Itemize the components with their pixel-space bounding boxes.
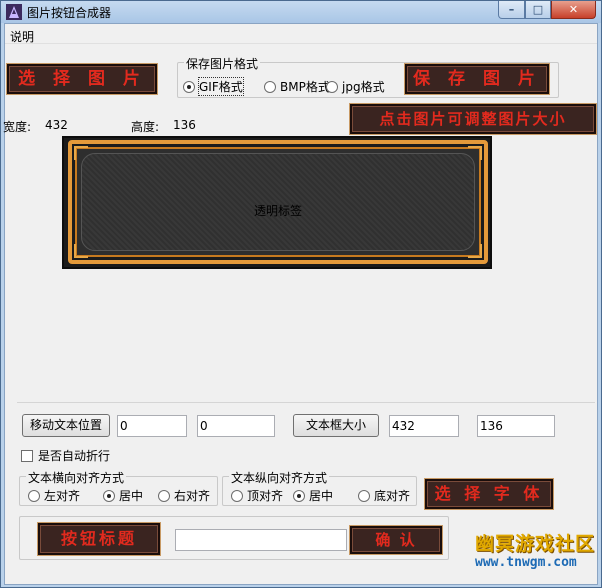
radio-v-center-indicator xyxy=(293,489,305,502)
radio-bmp[interactable]: BMP格式 xyxy=(264,78,330,95)
move-x-input[interactable]: 0 xyxy=(117,415,187,437)
ornament-icon xyxy=(74,146,88,160)
radio-left-align[interactable]: 左对齐 xyxy=(28,487,80,504)
button-title-button[interactable]: 按钮标题 xyxy=(38,523,160,555)
wrap-checkbox[interactable]: 是否自动折行 xyxy=(21,447,110,464)
window-title: 图片按钮合成器 xyxy=(27,6,112,20)
wrap-checkbox-label: 是否自动折行 xyxy=(38,449,111,463)
radio-right-align[interactable]: 右对齐 xyxy=(158,487,210,504)
radio-jpg[interactable]: jpg格式 xyxy=(326,78,385,95)
select-image-button[interactable]: 选 择 图 片 xyxy=(7,64,157,94)
radio-v-center-label: 居中 xyxy=(309,489,334,503)
move-text-button[interactable]: 移动文本位置 xyxy=(22,414,110,437)
ornament-icon xyxy=(468,146,482,160)
divider xyxy=(17,402,595,403)
confirm-button[interactable]: 确 认 xyxy=(350,526,442,554)
radio-bmp-indicator xyxy=(264,80,276,93)
textbox-size-button[interactable]: 文本框大小 xyxy=(293,414,379,437)
ornament-icon xyxy=(468,244,482,258)
maximize-icon: □ xyxy=(532,3,544,16)
preview-frame: 透明标签 xyxy=(68,140,488,264)
app-icon xyxy=(6,4,22,20)
title-input[interactable] xyxy=(175,529,347,551)
radio-v-center[interactable]: 居中 xyxy=(293,487,333,504)
select-font-button[interactable]: 选 择 字 体 xyxy=(425,479,553,509)
ornament-icon xyxy=(74,244,88,258)
radio-gif-label: GIF格式 xyxy=(198,77,244,96)
radio-top-align-indicator xyxy=(231,489,243,502)
height-value: 136 xyxy=(173,118,196,132)
close-button[interactable]: ✕ xyxy=(551,1,596,19)
radio-left-align-label: 左对齐 xyxy=(44,489,81,503)
menu-item-help[interactable]: 说明 xyxy=(10,28,34,45)
radio-bottom-align-indicator xyxy=(358,489,370,502)
radio-gif-indicator xyxy=(183,80,195,93)
menu-bar: 说明 xyxy=(5,24,597,44)
minimize-button[interactable]: – xyxy=(498,1,525,19)
radio-h-center-indicator xyxy=(103,489,115,502)
radio-bottom-align[interactable]: 底对齐 xyxy=(358,487,410,504)
save-image-button[interactable]: 保 存 图 片 xyxy=(405,64,549,94)
client-area: 说明 选 择 图 片 保存图片格式 GIF格式 BMP格式 jpg格式 保 存 … xyxy=(3,23,598,585)
watermark-name: 幽冥游戏社区 xyxy=(475,533,596,555)
radio-top-align-label: 顶对齐 xyxy=(247,489,284,503)
radio-h-center-label: 居中 xyxy=(119,489,144,503)
width-label: 宽度: xyxy=(3,120,32,134)
close-icon: ✕ xyxy=(568,3,579,16)
resize-hint-banner: 点击图片可调整图片大小 xyxy=(350,104,596,134)
radio-gif[interactable]: GIF格式 xyxy=(183,77,244,96)
preview-text-label[interactable]: 透明标签 xyxy=(72,202,484,219)
wrap-checkbox-box xyxy=(21,449,33,462)
minimize-icon: – xyxy=(508,3,515,16)
radio-right-align-indicator xyxy=(158,489,170,502)
height-label: 高度: xyxy=(131,120,160,134)
radio-top-align[interactable]: 顶对齐 xyxy=(231,487,283,504)
v-align-legend: 文本纵向对齐方式 xyxy=(229,469,330,486)
radio-left-align-indicator xyxy=(28,489,40,502)
width-value: 432 xyxy=(45,118,68,132)
watermark-url: www.tnwgm.com xyxy=(475,555,577,570)
title-bar[interactable]: 图片按钮合成器 – □ ✕ xyxy=(1,1,601,23)
radio-jpg-indicator xyxy=(326,80,338,93)
move-y-input[interactable]: 0 xyxy=(197,415,275,437)
radio-bottom-align-label: 底对齐 xyxy=(374,489,411,503)
radio-right-align-label: 右对齐 xyxy=(174,489,211,503)
maximize-button[interactable]: □ xyxy=(525,1,551,19)
h-align-group: 文本横向对齐方式 左对齐 居中 右对齐 xyxy=(19,469,218,506)
textbox-height-input[interactable]: 136 xyxy=(477,415,555,437)
textbox-width-input[interactable]: 432 xyxy=(389,415,459,437)
v-align-group: 文本纵向对齐方式 顶对齐 居中 底对齐 xyxy=(222,469,417,506)
radio-jpg-label: jpg格式 xyxy=(342,80,385,94)
app-window: 图片按钮合成器 – □ ✕ 说明 选 择 图 片 保存图片格式 GIF格式 BM… xyxy=(0,0,602,588)
preview-image[interactable]: 透明标签 xyxy=(62,136,492,269)
format-group-legend: 保存图片格式 xyxy=(184,55,261,72)
radio-h-center[interactable]: 居中 xyxy=(103,487,143,504)
radio-bmp-label: BMP格式 xyxy=(280,80,330,94)
h-align-legend: 文本横向对齐方式 xyxy=(26,469,127,486)
